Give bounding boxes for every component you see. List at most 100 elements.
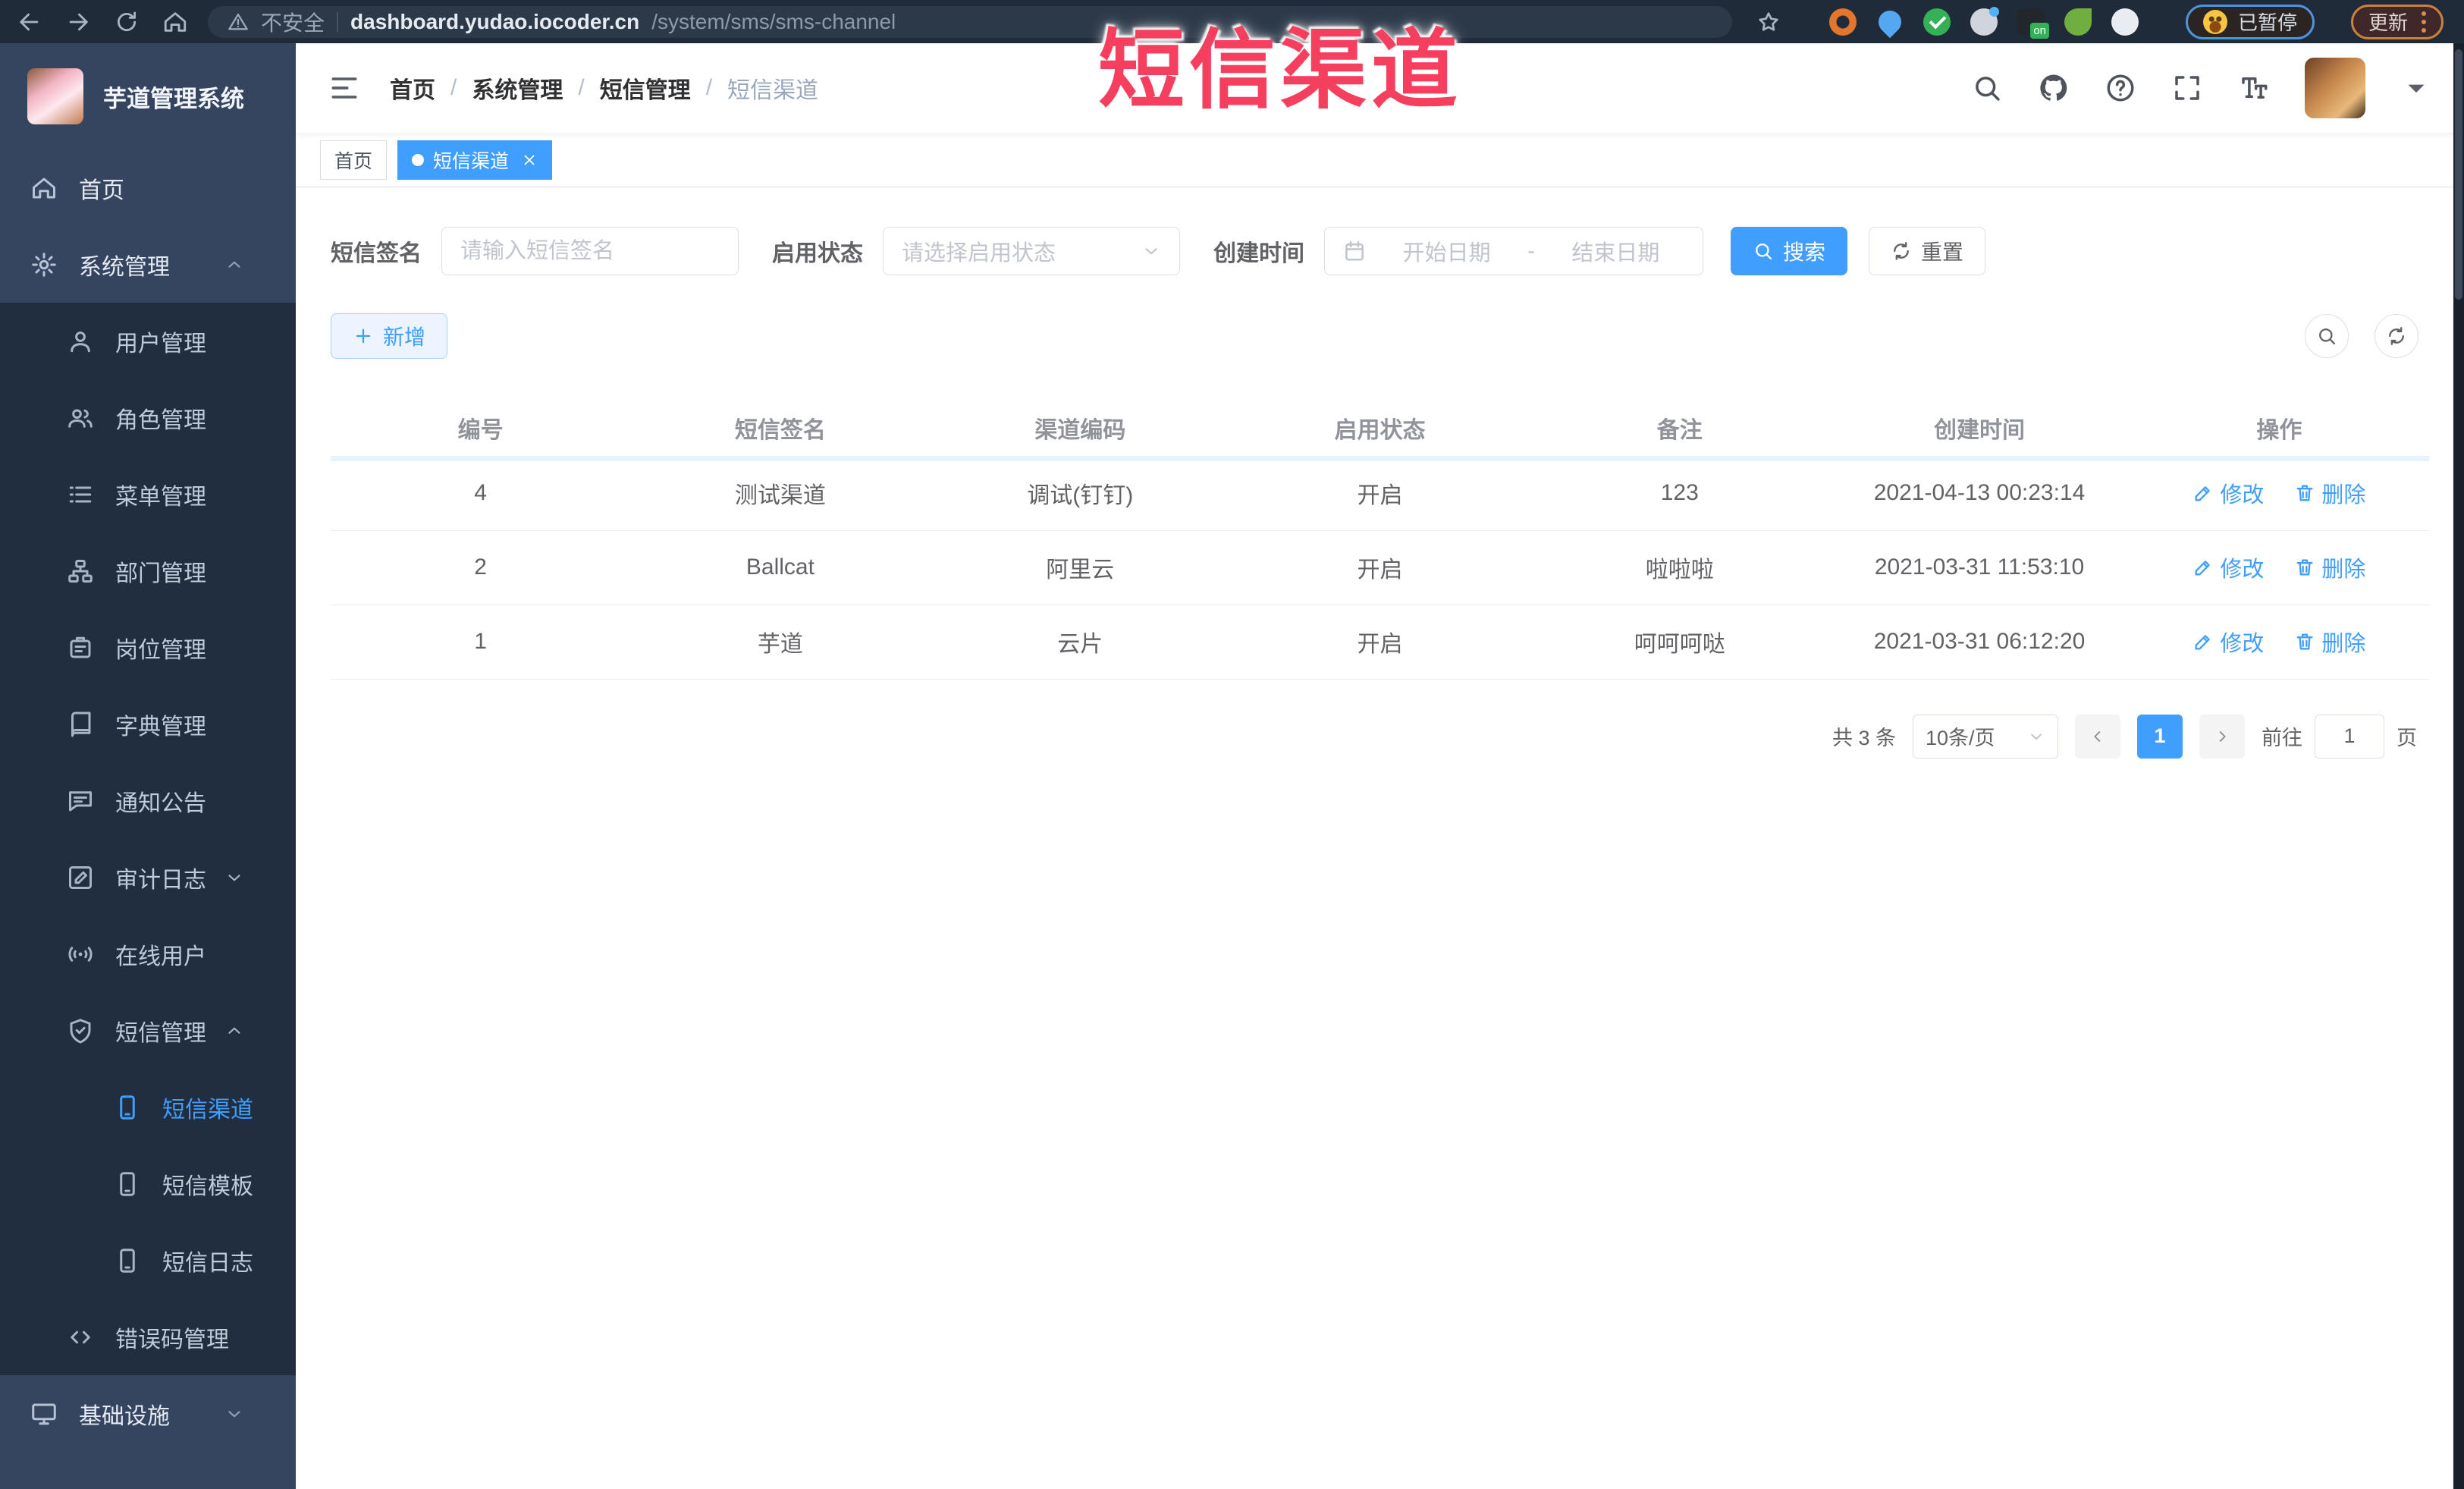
sign-label: 短信签名 — [331, 241, 422, 266]
chevron-down-icon[interactable] — [2400, 72, 2432, 104]
sidebar-item-5[interactable]: 部门管理 — [0, 532, 296, 609]
phone-icon — [114, 1247, 141, 1274]
delete-link[interactable]: 删除 — [2294, 551, 2365, 583]
edit-link[interactable]: 修改 — [2192, 626, 2264, 658]
back-icon[interactable] — [17, 9, 42, 35]
sidebar-item-label: 菜单管理 — [115, 484, 206, 510]
sidebar-item-3[interactable]: 角色管理 — [0, 379, 296, 456]
table-row-0: 4 测试渠道 调试(钉钉) 开启 123 2021-04-13 00:23:14 修改 删除 — [331, 456, 2429, 531]
font-size-icon[interactable] — [2238, 72, 2270, 104]
sidebar-item-1[interactable]: 系统管理 — [0, 226, 296, 303]
reload-icon[interactable] — [114, 9, 140, 35]
close-icon[interactable] — [521, 152, 538, 168]
refresh-icon — [1891, 240, 1912, 262]
breadcrumb-item-2[interactable]: 短信管理 — [600, 71, 691, 105]
cell-create_time: 2021-03-31 11:53:10 — [1829, 530, 2130, 605]
sidebar-item-6[interactable]: 岗位管理 — [0, 609, 296, 686]
toggle-search-button[interactable] — [2305, 314, 2349, 358]
page-unit-label: 页 — [2397, 727, 2417, 749]
search-form: 短信签名 启用状态 请选择启用状态 创建时间 开始日期 - 结束日期 — [331, 227, 2429, 275]
green-sprout-icon[interactable] — [2064, 8, 2092, 36]
prev-page-button[interactable] — [2075, 714, 2120, 759]
url-divider — [337, 11, 339, 32]
add-button[interactable]: 新增 — [331, 313, 448, 359]
sidebar-item-16[interactable]: 基础设施 — [0, 1375, 296, 1452]
sidebar-item-11[interactable]: 短信管理 — [0, 992, 296, 1069]
sidebar-item-14[interactable]: 短信日志 — [0, 1222, 296, 1299]
search-icon — [1753, 240, 1774, 262]
cell-status: 开启 — [1229, 456, 1530, 531]
tags-view-bar: 首页 短信渠道 — [296, 133, 2464, 187]
url-path: /system/sms/sms-channel — [651, 9, 896, 33]
edit-link[interactable]: 修改 — [2192, 477, 2264, 509]
date-range-picker[interactable]: 开始日期 - 结束日期 — [1324, 227, 1703, 275]
total-count: 共 3 条 — [1832, 727, 1896, 749]
sidebar-item-label: 短信日志 — [162, 1250, 253, 1276]
calendar-icon — [1343, 240, 1366, 262]
current-page-button[interactable]: 1 — [2137, 714, 2183, 759]
hamburger-icon[interactable] — [328, 71, 361, 105]
sidebar-item-0[interactable]: 首页 — [0, 149, 296, 226]
date-label: 创建时间 — [1213, 241, 1304, 266]
status-placeholder: 请选择启用状态 — [902, 241, 1056, 265]
delete-link[interactable]: 删除 — [2294, 477, 2365, 509]
avatar[interactable] — [2305, 58, 2365, 118]
table-header-row: 编号 短信签名 渠道编码 启用状态 备注 创建时间 操作 — [331, 400, 2429, 457]
sign-input[interactable] — [441, 227, 739, 275]
sidebar-item-10[interactable]: 在线用户 — [0, 916, 296, 992]
code-icon — [67, 1324, 94, 1351]
refresh-table-button[interactable] — [2375, 314, 2418, 358]
sidebar-item-label: 通知公告 — [115, 790, 206, 816]
browser-home-icon[interactable] — [162, 9, 188, 35]
sidebar-item-12[interactable]: 短信渠道 — [0, 1069, 296, 1145]
delete-link[interactable]: 删除 — [2294, 626, 2365, 658]
orange-ring-icon[interactable] — [1829, 8, 1857, 36]
white-bird-icon[interactable] — [2111, 8, 2139, 36]
tag-1[interactable]: 短信渠道 — [397, 140, 553, 180]
badge-icon — [67, 634, 94, 661]
breadcrumb-item-0[interactable]: 首页 — [390, 71, 435, 105]
chevron-left-icon — [2089, 728, 2106, 745]
sidebar-item-4[interactable]: 菜单管理 — [0, 456, 296, 532]
breadcrumb: 首页 / 系统管理 / 短信管理 / 短信渠道 — [390, 71, 818, 105]
location-pin-icon[interactable] — [1873, 5, 1907, 38]
cell-remark: 呵呵呵哒 — [1530, 605, 1830, 680]
fullscreen-icon[interactable] — [2171, 72, 2203, 104]
edit-link[interactable]: 修改 — [2192, 551, 2264, 583]
scrollbar-thumb[interactable] — [2455, 49, 2462, 300]
url-bar[interactable]: 不安全 dashboard.yudao.iocoder.cn /system/s… — [208, 5, 1732, 38]
extension-icons: on — [1829, 5, 2139, 39]
sidebar-item-13[interactable]: 短信模板 — [0, 1145, 296, 1222]
on-badge-icon[interactable]: on — [2017, 8, 2049, 39]
status-select[interactable]: 请选择启用状态 — [883, 227, 1180, 275]
paused-extension-badge[interactable]: 已暂停 — [2186, 4, 2315, 39]
breadcrumb-item-1[interactable]: 系统管理 — [472, 71, 563, 105]
sidebar-item-8[interactable]: 通知公告 — [0, 762, 296, 839]
page-size-select[interactable]: 10条/页 — [1913, 714, 2058, 759]
browser-menu-icon[interactable] — [2422, 11, 2427, 33]
tag-0[interactable]: 首页 — [320, 140, 388, 180]
goto-page-input[interactable] — [2315, 714, 2384, 759]
next-page-button[interactable] — [2199, 714, 2245, 759]
update-label: 更新 — [2368, 11, 2409, 34]
sidebar-item-9[interactable]: 审计日志 — [0, 839, 296, 916]
page-scrollbar[interactable] — [2453, 43, 2464, 1489]
people-extension-icon[interactable] — [1970, 6, 1999, 36]
sidebar-item-2[interactable]: 用户管理 — [0, 303, 296, 379]
reset-button[interactable]: 重置 — [1869, 227, 1986, 275]
update-browser-button[interactable]: 更新 — [2351, 4, 2444, 39]
sidebar-item-15[interactable]: 错误码管理 — [0, 1299, 296, 1375]
green-check-icon[interactable] — [1923, 8, 1951, 36]
bookmark-star-icon[interactable] — [1756, 10, 1781, 34]
search-icon[interactable] — [1971, 72, 2003, 104]
cell-create_time: 2021-03-31 06:12:20 — [1829, 605, 2130, 680]
chevron-up-icon — [224, 255, 244, 275]
help-icon[interactable] — [2105, 72, 2136, 104]
sidebar-item-7[interactable]: 字典管理 — [0, 686, 296, 762]
forward-icon[interactable] — [65, 9, 91, 35]
search-icon — [2316, 325, 2337, 347]
search-button[interactable]: 搜索 — [1731, 227, 1848, 275]
sidebar-item-label: 短信模板 — [162, 1173, 253, 1199]
goto-page: 前往 页 — [2262, 714, 2417, 759]
github-icon[interactable] — [2038, 72, 2070, 104]
